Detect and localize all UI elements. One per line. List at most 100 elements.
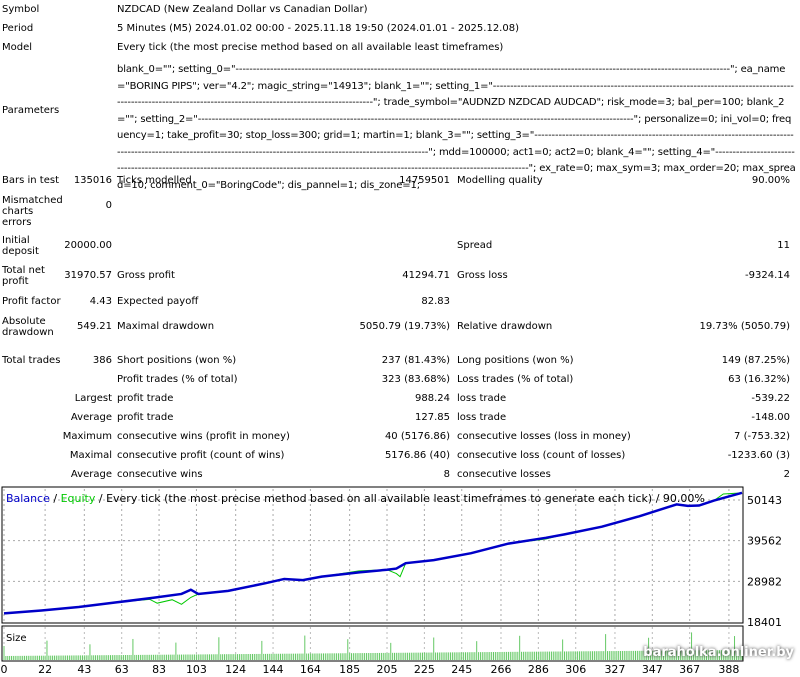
largest-profit-value: 988.24 — [415, 393, 450, 404]
maximal-label: Maximal — [69, 450, 112, 461]
x-tick-label: 266 — [490, 663, 511, 676]
x-tick-label: 306 — [565, 663, 586, 676]
average2-profit-value: 8 — [443, 469, 450, 480]
model-label: Model — [2, 42, 33, 53]
mismatched-label: Mismatched charts errors — [2, 195, 63, 228]
spread-value: 11 — [777, 240, 790, 251]
average-loss-label: loss trade — [457, 412, 507, 423]
size-label: Size — [6, 633, 27, 644]
largest-loss-value: -539.22 — [751, 393, 790, 404]
x-tick-label: 286 — [528, 663, 549, 676]
model-value: Every tick (the most precise method base… — [117, 42, 504, 53]
svg-text:Balance / Equity / Every tick: Balance / Equity / Every tick (the most … — [6, 492, 705, 505]
largest-label: Largest — [74, 393, 112, 404]
average-loss-value: -148.00 — [751, 412, 790, 423]
average2-label: Average — [70, 469, 112, 480]
largest-loss-label: loss trade — [457, 393, 507, 404]
ticks-value: 14759501 — [399, 175, 450, 186]
maximal-loss-label: consecutive loss (count of losses) — [457, 450, 626, 461]
x-tick-label: 347 — [642, 663, 663, 676]
x-tick-label: 367 — [679, 663, 700, 676]
maximal-profit-label: consecutive profit (count of wins) — [117, 450, 285, 461]
y-tick-label: 28982 — [747, 575, 782, 588]
deposit-label: Initial deposit — [2, 235, 39, 257]
average2-loss-label: consecutive losses — [457, 469, 551, 480]
legend-equity: Equity — [61, 492, 96, 505]
deposit-value: 20000.00 — [64, 240, 112, 251]
total-trades-label: Total trades — [2, 355, 61, 366]
loss-trades-value: 63 (16.32%) — [728, 374, 790, 385]
period-label: Period — [2, 23, 34, 34]
parameters-label: Parameters — [2, 105, 60, 116]
bars-value: 135016 — [73, 175, 112, 186]
x-tick-label: 83 — [152, 663, 166, 676]
ticks-label: Ticks modelled — [117, 175, 192, 186]
quality-label: Modelling quality — [457, 175, 543, 186]
x-tick-label: 225 — [414, 663, 435, 676]
x-tick-label: 144 — [263, 663, 284, 676]
mismatched-value: 0 — [105, 200, 112, 211]
gross-loss-value: -9324.14 — [745, 270, 790, 281]
watermark: baraholka.onliner.by — [643, 645, 794, 660]
maximum-profit-label: consecutive wins (profit in money) — [117, 431, 290, 442]
long-value: 149 (87.25%) — [721, 355, 790, 366]
payoff-label: Expected payoff — [117, 296, 199, 307]
x-tick-label: 63 — [115, 663, 129, 676]
x-tick-label: 164 — [300, 663, 321, 676]
max-dd-value: 5050.79 (19.73%) — [359, 321, 450, 332]
maximum-label: Maximum — [62, 431, 112, 442]
abs-dd-label: Absolute drawdown — [2, 316, 54, 338]
legend-sep: / — [50, 492, 61, 505]
rel-dd-label: Relative drawdown — [457, 321, 553, 332]
average2-profit-label: consecutive wins — [117, 469, 203, 480]
largest-profit-label: profit trade — [117, 393, 174, 404]
max-dd-label: Maximal drawdown — [117, 321, 215, 332]
quality-value: 90.00% — [751, 175, 790, 186]
x-tick-label: 0 — [1, 663, 8, 676]
maximal-profit-value: 5176.86 (40) — [384, 450, 450, 461]
total-trades-value: 386 — [92, 355, 112, 366]
average-label: Average — [70, 412, 112, 423]
short-value: 237 (81.43%) — [381, 355, 450, 366]
maximum-loss-value: 7 (-753.32) — [734, 431, 790, 442]
net-profit-label: Total net profit — [2, 265, 45, 287]
profit-factor-value: 4.43 — [89, 296, 112, 307]
x-tick-label: 103 — [186, 663, 207, 676]
profit-factor-label: Profit factor — [2, 296, 61, 307]
average-profit-label: profit trade — [117, 412, 174, 423]
bars-label: Bars in test — [2, 175, 59, 186]
x-tick-label: 124 — [225, 663, 246, 676]
maximum-loss-label: consecutive losses (loss in money) — [457, 431, 631, 442]
y-tick-label: 50143 — [747, 494, 782, 507]
x-tick-label: 205 — [377, 663, 398, 676]
spread-label: Spread — [457, 240, 493, 251]
legend-balance: Balance — [6, 492, 50, 505]
rel-dd-value: 19.73% (5050.79) — [699, 321, 790, 332]
x-tick-label: 43 — [77, 663, 91, 676]
maximal-loss-value: -1233.60 (3) — [727, 450, 790, 461]
x-tick-label: 185 — [339, 663, 360, 676]
y-tick-label: 18401 — [747, 616, 782, 629]
average2-loss-value: 2 — [783, 469, 790, 480]
profit-trades-value: 323 (83.68%) — [381, 374, 450, 385]
chart-title: / Every tick (the most precise method ba… — [95, 492, 705, 505]
symbol-label: Symbol — [2, 4, 40, 15]
abs-dd-value: 549.21 — [77, 321, 112, 332]
profit-trades-label: Profit trades (% of total) — [117, 374, 238, 385]
maximum-profit-value: 40 (5176.86) — [384, 431, 450, 442]
x-tick-label: 245 — [451, 663, 472, 676]
loss-trades-label: Loss trades (% of total) — [457, 374, 574, 385]
x-tick-label: 327 — [604, 663, 625, 676]
x-tick-label: 22 — [38, 663, 52, 676]
long-label: Long positions (won %) — [457, 355, 574, 366]
y-tick-label: 39562 — [747, 535, 782, 548]
short-label: Short positions (won %) — [117, 355, 237, 366]
net-profit-value: 31970.57 — [64, 270, 112, 281]
payoff-value: 82.83 — [421, 296, 450, 307]
period-value: 5 Minutes (M5) 2024.01.02 00:00 - 2025.1… — [117, 23, 519, 34]
gross-profit-label: Gross profit — [117, 270, 175, 281]
average-profit-value: 127.85 — [415, 412, 450, 423]
gross-profit-value: 41294.71 — [402, 270, 450, 281]
x-tick-label: 388 — [718, 663, 739, 676]
gross-loss-label: Gross loss — [457, 270, 508, 281]
